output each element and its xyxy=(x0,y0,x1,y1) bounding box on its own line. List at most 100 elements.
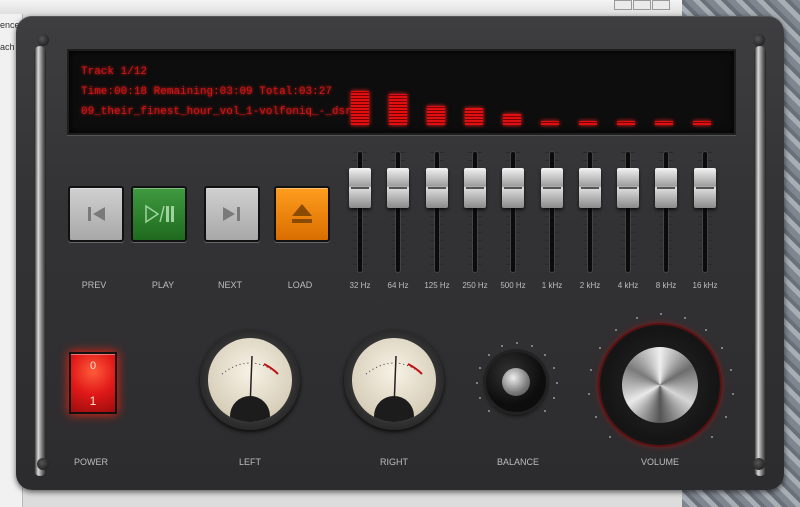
scale-dot xyxy=(595,416,597,418)
scale-dot xyxy=(479,367,481,369)
scale-dot xyxy=(544,410,546,412)
eq-slider-64hz[interactable] xyxy=(387,168,409,208)
left-label: LEFT xyxy=(238,457,261,467)
scale-dot xyxy=(588,393,590,395)
play-button[interactable] xyxy=(131,186,187,242)
time-value: 00:18 xyxy=(114,86,148,98)
scale-dot xyxy=(501,345,503,347)
lcd-display: Track 1/12 Time:00:18 Remaining:03:09 To… xyxy=(67,49,736,135)
scale-dot xyxy=(730,369,732,371)
scale-dot xyxy=(590,369,592,371)
eq-band-label: 16 kHz xyxy=(692,281,718,290)
eq-band-label: 32 Hz xyxy=(349,281,371,290)
eq-slider-32hz[interactable] xyxy=(349,168,371,208)
total-value: 03:27 xyxy=(298,86,332,98)
scale-dot xyxy=(725,416,727,418)
eq-band-label: 2 kHz xyxy=(579,281,601,290)
scale-dot xyxy=(705,329,707,331)
eq-slider-8khz[interactable] xyxy=(655,168,677,208)
scale-dot xyxy=(711,436,713,438)
power-button[interactable]: 0 1 xyxy=(69,352,117,414)
scale-dot xyxy=(544,354,546,356)
spectrum-bar xyxy=(427,106,445,125)
scale-dot xyxy=(553,367,555,369)
scale-dot xyxy=(476,382,478,384)
volume-knob[interactable] xyxy=(600,325,720,445)
spectrum-bar xyxy=(389,94,407,125)
left-handle xyxy=(34,46,46,476)
spectrum-bar xyxy=(579,121,597,125)
vu-meter-right xyxy=(344,330,444,430)
eq-slider-16khz[interactable] xyxy=(694,168,716,208)
scale-dot xyxy=(599,347,601,349)
play-pause-icon xyxy=(145,204,174,224)
spectrum-analyzer xyxy=(351,85,721,125)
balance-knob[interactable] xyxy=(486,352,546,412)
spectrum-bar xyxy=(351,91,369,125)
background-titlebar xyxy=(0,0,800,16)
scale-dot xyxy=(721,347,723,349)
maximize-icon[interactable] xyxy=(633,0,651,10)
remaining-value: 03:09 xyxy=(219,86,253,98)
eq-slider-250hz[interactable] xyxy=(464,168,486,208)
load-button[interactable] xyxy=(274,186,330,242)
power-label: POWER xyxy=(73,457,108,467)
prev-label: PREV xyxy=(81,280,107,290)
spectrum-bar xyxy=(693,121,711,125)
scale-dot xyxy=(553,397,555,399)
scale-dot xyxy=(732,393,734,395)
eq-slider-1khz[interactable] xyxy=(541,168,563,208)
screw-icon xyxy=(37,458,49,470)
play-label: PLAY xyxy=(151,280,175,290)
eq-band-label: 125 Hz xyxy=(424,281,450,290)
eq-slider-125hz[interactable] xyxy=(426,168,448,208)
power-off-symbol: 0 xyxy=(89,360,97,372)
filename: 09_their_finest_hour_vol_1-volfoniq_-_ds… xyxy=(81,106,372,118)
background-text: ach xyxy=(0,42,15,52)
spectrum-bar xyxy=(541,121,559,125)
spectrum-bar xyxy=(617,121,635,125)
scale-dot xyxy=(636,317,638,319)
skip-back-icon xyxy=(88,207,105,221)
spectrum-bar xyxy=(503,114,521,125)
total-label: Total: xyxy=(259,86,299,98)
right-handle xyxy=(754,46,766,476)
eq-band-label: 64 Hz xyxy=(387,281,409,290)
scale-dot xyxy=(609,436,611,438)
volume-label: VOLUME xyxy=(640,457,679,467)
scale-dot xyxy=(615,329,617,331)
eq-slider-4khz[interactable] xyxy=(617,168,639,208)
eq-band-label: 1 kHz xyxy=(541,281,563,290)
close-icon[interactable] xyxy=(652,0,670,10)
time-label: Time: xyxy=(81,86,115,98)
scale-dot xyxy=(531,345,533,347)
eq-band-label: 250 Hz xyxy=(462,281,488,290)
next-label: NEXT xyxy=(217,280,242,290)
scale-dot xyxy=(684,317,686,319)
eq-slider-2khz[interactable] xyxy=(579,168,601,208)
load-label: LOAD xyxy=(287,280,313,290)
spectrum-bar xyxy=(655,121,673,125)
minimize-icon[interactable] xyxy=(614,0,632,10)
eq-slider-500hz[interactable] xyxy=(502,168,524,208)
screw-icon xyxy=(753,34,765,46)
scale-dot xyxy=(488,354,490,356)
scale-dot xyxy=(556,382,558,384)
scale-dot xyxy=(660,313,662,315)
eq-band-label: 500 Hz xyxy=(500,281,526,290)
screw-icon xyxy=(37,34,49,46)
screw-icon xyxy=(753,458,765,470)
eject-icon xyxy=(292,204,312,223)
skip-forward-icon xyxy=(223,207,240,221)
prev-button[interactable] xyxy=(68,186,124,242)
balance-label: BALANCE xyxy=(496,457,540,467)
spectrum-bar xyxy=(465,108,483,125)
track-info: Track 1/12 xyxy=(81,66,148,78)
time-info: Time:00:18 Remaining:03:09 Total:03:27 xyxy=(81,86,332,98)
right-label: RIGHT xyxy=(380,457,408,467)
next-button[interactable] xyxy=(204,186,260,242)
eq-band-label: 8 kHz xyxy=(655,281,677,290)
scale-dot xyxy=(488,410,490,412)
power-on-symbol: 1 xyxy=(89,394,97,408)
vu-meter-left xyxy=(200,330,300,430)
